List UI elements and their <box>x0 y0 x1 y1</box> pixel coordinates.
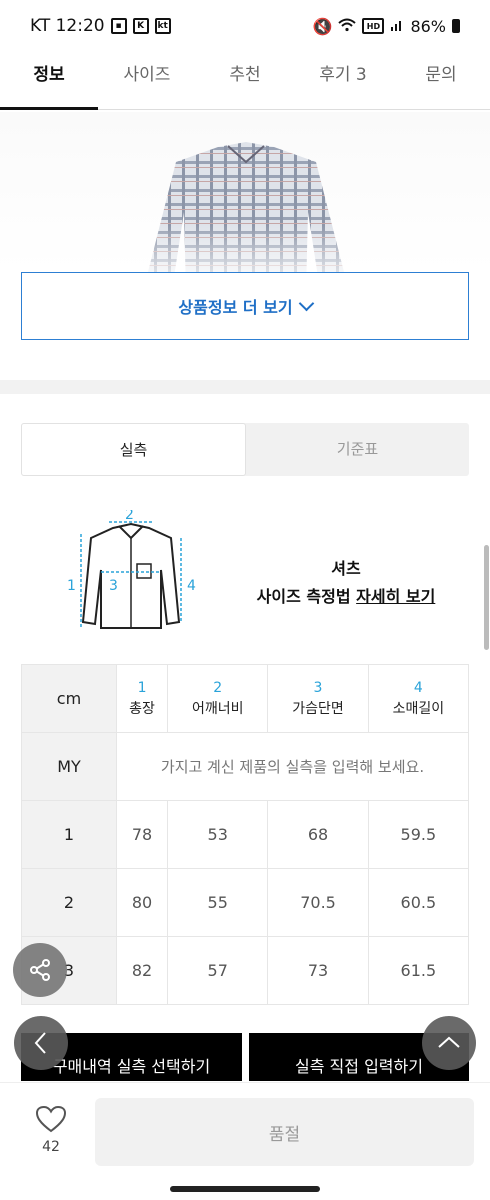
unit-cell: cm <box>21 664 117 733</box>
tab-inquiry[interactable]: 문의 <box>392 52 490 109</box>
share-button[interactable] <box>13 943 67 997</box>
table-row-my[interactable]: MY 가지고 계신 제품의 실측을 입력해 보세요. <box>21 732 469 801</box>
tab-recommend[interactable]: 추천 <box>196 52 294 109</box>
segment-measured[interactable]: 실측 <box>21 423 246 476</box>
table-cell: 61.5 <box>367 936 470 1005</box>
guide-label-3: 3 <box>109 578 118 594</box>
size-table: cm 1 총장 2 어깨너비 3 가슴단면 4 소매길이 MY 가지고 계신 제품의 실… <box>21 664 470 1005</box>
segment-standard[interactable]: 기준표 <box>246 423 469 476</box>
share-icon <box>30 959 50 981</box>
hd-icon: HD <box>362 18 385 34</box>
my-prompt[interactable]: 가지고 계신 제품의 실측을 입력해 보세요. <box>116 732 469 801</box>
guide-text: 셔츠 사이즈 측정법 자세히 보기 <box>226 555 466 611</box>
guide-label-1: 1 <box>67 578 76 594</box>
product-info-more-button[interactable]: 상품정보 더 보기 <box>21 272 469 340</box>
shirt-measure-diagram: 2 1 3 4 <box>67 510 196 629</box>
scrollbar[interactable] <box>484 545 489 650</box>
size-guide: 2 1 3 4 셔츠 사이즈 측정법 자세히 보기 <box>21 500 469 640</box>
size-type-segment: 실측 기준표 <box>21 423 469 476</box>
scroll-top-button[interactable] <box>422 1016 476 1070</box>
guide-detail-link[interactable]: 자세히 보기 <box>356 587 435 606</box>
table-row: 2 80 55 70.5 60.5 <box>21 868 470 937</box>
table-row: 3 82 57 73 61.5 <box>21 936 470 1005</box>
size-label: 2 <box>21 868 117 937</box>
home-indicator[interactable] <box>170 1186 320 1192</box>
table-header-row: cm 1 총장 2 어깨너비 3 가슴단면 4 소매길이 <box>21 664 470 733</box>
more-button-label: 상품정보 더 보기 <box>178 298 293 317</box>
tab-reviews[interactable]: 후기 3 <box>294 52 392 109</box>
gallery-icon: ▪ <box>110 18 127 34</box>
tab-bar: 정보 사이즈 추천 후기 3 문의 <box>0 52 490 110</box>
table-cell: 80 <box>115 868 169 937</box>
back-edge-button[interactable] <box>14 1016 68 1070</box>
time-text: KT 12:20 <box>30 16 105 36</box>
table-cell: 82 <box>115 936 169 1005</box>
wifi-icon <box>338 17 357 36</box>
col-header: 1 총장 <box>115 664 169 733</box>
size-label: 1 <box>21 800 117 869</box>
section-divider <box>0 380 490 394</box>
like-button[interactable]: 42 <box>28 1105 74 1155</box>
table-cell: 55 <box>167 868 269 937</box>
bottom-action-bar: 42 품절 <box>0 1082 490 1178</box>
guide-item-name: 셔츠 <box>331 559 361 578</box>
tab-info[interactable]: 정보 <box>0 52 98 110</box>
product-image <box>0 112 490 272</box>
signal-icon <box>390 17 404 36</box>
chevron-down-icon <box>298 295 314 311</box>
mute-icon: 🔇 <box>312 16 333 36</box>
shirt-image <box>148 142 344 272</box>
chevron-up-icon <box>438 1036 460 1048</box>
col-header: 3 가슴단면 <box>267 664 369 733</box>
table-row: 1 78 53 68 59.5 <box>21 800 470 869</box>
table-cell: 60.5 <box>367 868 470 937</box>
guide-label-2: 2 <box>125 510 134 523</box>
heart-icon <box>35 1105 67 1133</box>
battery-icon <box>452 19 460 33</box>
guide-method-text: 사이즈 측정법 <box>256 587 357 606</box>
table-cell: 57 <box>167 936 269 1005</box>
table-cell: 73 <box>267 936 369 1005</box>
like-count: 42 <box>42 1139 60 1155</box>
table-cell: 78 <box>115 800 169 869</box>
guide-label-4: 4 <box>187 578 196 594</box>
tab-size[interactable]: 사이즈 <box>98 52 196 109</box>
soldout-button[interactable]: 품절 <box>95 1098 474 1166</box>
table-cell: 53 <box>167 800 269 869</box>
table-cell: 59.5 <box>367 800 470 869</box>
status-bar: KT 12:20 ▪ K kt 🔇 HD 86% <box>0 0 490 52</box>
battery-percent: 86% <box>410 16 446 36</box>
table-cell: 70.5 <box>267 868 369 937</box>
col-header: 2 어깨너비 <box>167 664 269 733</box>
table-cell: 68 <box>267 800 369 869</box>
app-icon: K <box>132 18 149 34</box>
chevron-left-icon <box>34 1032 46 1054</box>
my-label: MY <box>21 732 117 801</box>
kt-icon: kt <box>154 18 171 34</box>
system-nav-bar <box>0 1178 490 1200</box>
col-header: 4 소매길이 <box>367 664 470 733</box>
